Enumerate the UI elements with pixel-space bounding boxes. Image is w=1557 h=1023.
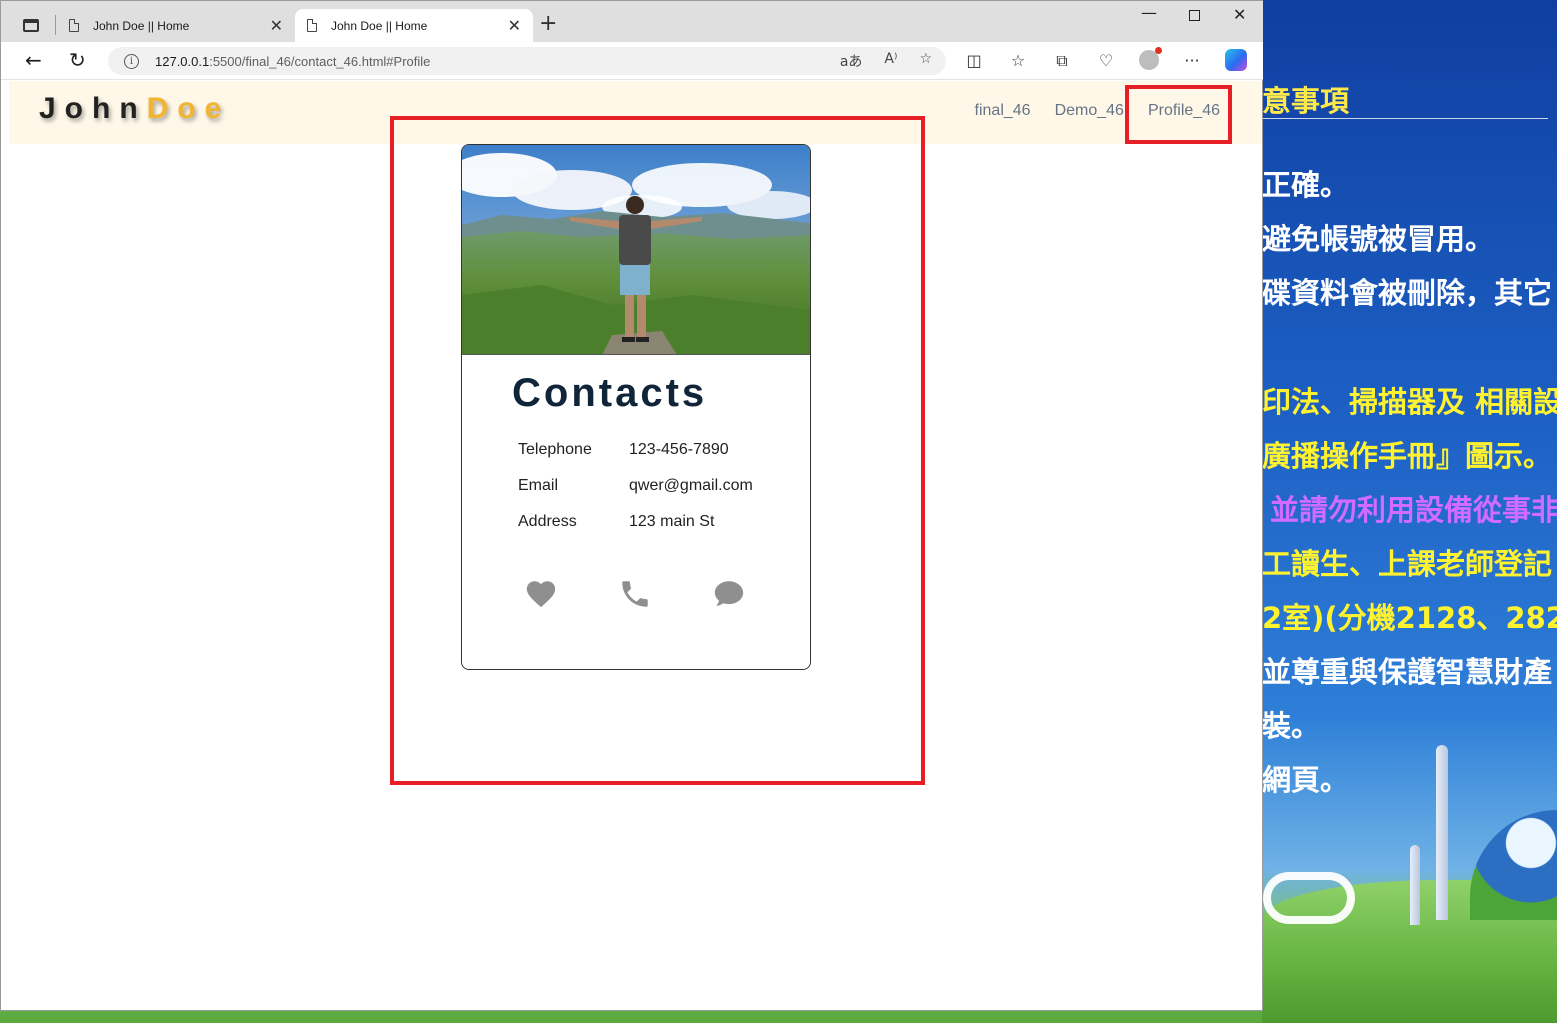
page-viewport: JohnDoe final_46 Demo_46 Profile_46 Cont… (9, 81, 1262, 1010)
notice-title: 意事項 (1262, 84, 1350, 118)
copilot-icon[interactable] (1225, 49, 1247, 71)
workspaces-icon[interactable] (17, 13, 45, 37)
minimize-icon[interactable]: — (1141, 3, 1157, 22)
highlight-box-card (390, 116, 925, 785)
close-tab-icon[interactable]: ✕ (270, 16, 283, 35)
notice-line: 避免帳號被冒用。 (1262, 222, 1495, 256)
tab-bar: John Doe || Home ✕ John Doe || Home ✕ + … (1, 1, 1263, 42)
site-info-icon[interactable]: i (124, 53, 139, 69)
nav-link-demo[interactable]: Demo_46 (1055, 102, 1124, 120)
notice-line: 網頁。 (1262, 763, 1350, 797)
new-tab-icon[interactable]: + (539, 11, 557, 36)
notice-line: 正確。 (1262, 168, 1350, 202)
profile-avatar-icon[interactable] (1139, 47, 1162, 70)
wallpaper-tower (1410, 845, 1420, 925)
tab-home-2-active[interactable]: John Doe || Home ✕ (295, 9, 533, 42)
split-screen-icon[interactable]: ◫ (963, 51, 985, 73)
notice-line: 裝。 (1262, 709, 1321, 743)
page-icon (307, 19, 317, 32)
logo-first-name: John (39, 92, 147, 125)
maximize-icon[interactable] (1189, 10, 1200, 21)
url-field[interactable]: i 127.0.0.1:5500/final_46/contact_46.htm… (108, 47, 946, 75)
notice-line: 2室)(分機2128、2828 (1262, 601, 1557, 635)
back-arrow-icon[interactable]: ← (25, 48, 42, 72)
notice-line: 並請勿利用設備從事非 (1270, 493, 1557, 527)
tab-title: John Doe || Home (331, 18, 428, 33)
close-tab-icon[interactable]: ✕ (508, 16, 521, 35)
tab-home-1[interactable]: John Doe || Home ✕ (57, 9, 295, 42)
favorite-star-icon[interactable]: ☆ (919, 51, 932, 71)
notice-line: 碟資料會被刪除，其它 (1262, 276, 1553, 310)
url-path: :5500/final_46/contact_46.html#Profile (209, 53, 431, 69)
favorites-icon[interactable]: ☆ (1007, 51, 1029, 73)
collections-icon[interactable]: ⧉ (1051, 51, 1073, 73)
browser-essentials-icon[interactable]: ♡ (1095, 51, 1117, 73)
reload-icon[interactable]: ↻ (69, 48, 86, 72)
tab-separator (55, 15, 56, 35)
url-host: 127.0.0.1 (155, 53, 210, 69)
notice-line: 並尊重與保護智慧財產 (1262, 655, 1553, 689)
wallpaper-infinity-logo (1263, 872, 1355, 924)
desktop-notice-panel: 意事項 正確。 避免帳號被冒用。 碟資料會被刪除，其它 印法、掃描器及 相關設 … (1262, 70, 1557, 830)
site-logo[interactable]: JohnDoe (39, 92, 230, 126)
address-bar: ← ↻ i 127.0.0.1:5500/final_46/contact_46… (1, 42, 1263, 80)
page-icon (69, 19, 79, 32)
wallpaper-tower (1436, 745, 1448, 920)
nav-link-final[interactable]: final_46 (975, 102, 1031, 120)
logo-last-name: Doe (146, 92, 231, 125)
highlight-box-nav (1125, 85, 1232, 144)
more-options-icon[interactable]: ··· (1181, 51, 1203, 73)
read-aloud-icon[interactable]: A⁾ (884, 51, 897, 71)
notice-line: 工讀生、上課老師登記 (1262, 547, 1553, 581)
close-window-icon[interactable]: ✕ (1233, 5, 1246, 24)
tab-title: John Doe || Home (93, 18, 190, 33)
translate-icon[interactable]: aあ (840, 51, 863, 71)
browser-window: John Doe || Home ✕ John Doe || Home ✕ + … (0, 0, 1263, 1011)
notice-divider (1262, 118, 1548, 119)
notice-line: 廣播操作手冊』圖示。 (1262, 439, 1553, 473)
notice-line: 印法、掃描器及 相關設 (1262, 385, 1557, 419)
